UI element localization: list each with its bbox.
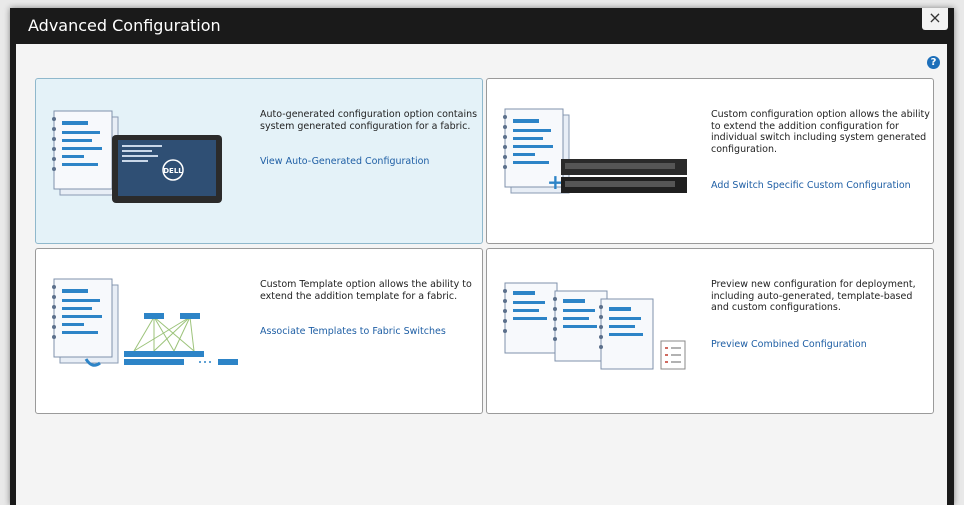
card-description: Preview new configuration for deployment… xyxy=(711,279,916,313)
advanced-configuration-dialog: Advanced Configuration × ? DELL Auto-gen… xyxy=(10,8,954,505)
documents-checklist-icon xyxy=(503,282,686,370)
help-icon[interactable]: ? xyxy=(927,56,940,69)
associate-templates-link[interactable]: Associate Templates to Fabric Switches xyxy=(260,326,446,337)
card-description: Custom Template option allows the abilit… xyxy=(260,279,472,302)
switch-custom-config-card[interactable]: + Custom configuration option allows the… xyxy=(486,78,934,244)
preview-config-card[interactable]: Preview new configuration for deployment… xyxy=(486,248,934,414)
card-description: Custom configuration option allows the a… xyxy=(711,109,930,155)
dialog-title: Advanced Configuration xyxy=(28,16,221,35)
card-description: Auto-generated configuration option cont… xyxy=(260,109,478,132)
document-tablet-icon: DELL xyxy=(52,110,222,203)
tablet-brand-label: DELL xyxy=(163,167,183,175)
add-switch-custom-config-link[interactable]: Add Switch Specific Custom Configuration xyxy=(711,180,911,191)
view-auto-generated-config-link[interactable]: View Auto-Generated Configuration xyxy=(260,156,429,167)
close-button[interactable]: × xyxy=(922,8,948,30)
document-topology-icon xyxy=(52,278,238,367)
dialog-content: ? DELL Auto-generated configuration opti… xyxy=(16,44,947,505)
auto-generated-config-card[interactable]: DELL Auto-generated configuration option… xyxy=(35,78,483,244)
templates-card[interactable]: Custom Template option allows the abilit… xyxy=(35,248,483,414)
preview-combined-config-link[interactable]: Preview Combined Configuration xyxy=(711,339,867,350)
document-switch-icon: + xyxy=(503,108,687,194)
